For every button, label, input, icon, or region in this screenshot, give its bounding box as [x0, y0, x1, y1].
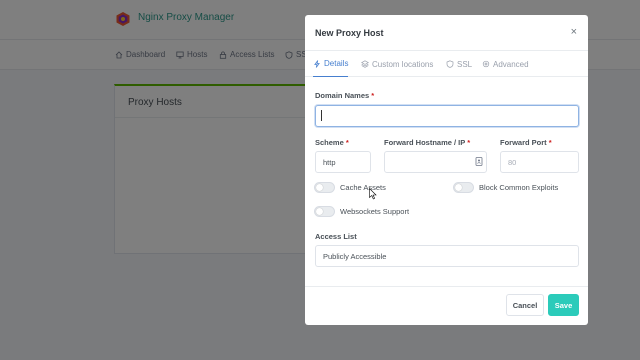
access-list-value: Publicly Accessible	[323, 251, 387, 261]
websockets-toggle[interactable]: Websockets Support	[314, 206, 409, 217]
text-cursor	[321, 110, 322, 121]
modal-header: New Proxy Host ×	[305, 15, 588, 51]
bolt-icon	[314, 59, 320, 68]
cancel-button[interactable]: Cancel	[506, 294, 544, 316]
mouse-pointer-icon	[369, 188, 377, 200]
address-book-icon[interactable]	[475, 157, 483, 166]
tab-label: Custom locations	[372, 59, 434, 69]
required-mark: *	[548, 138, 552, 147]
toggle-switch[interactable]	[314, 182, 335, 193]
label-text: Forward Hostname / IP	[384, 138, 466, 147]
save-button[interactable]: Save	[548, 294, 579, 316]
label-text: Scheme	[315, 138, 344, 147]
domain-names-label: Domain Names *	[315, 91, 374, 100]
toggle-label: Block Common Exploits	[479, 183, 559, 192]
access-list-label: Access List	[315, 232, 357, 241]
tab-label: SSL	[457, 59, 473, 69]
modal-title: New Proxy Host	[315, 28, 384, 38]
toggle-switch[interactable]	[453, 182, 474, 193]
domain-names-input[interactable]	[315, 105, 579, 127]
layers-icon	[361, 60, 369, 68]
block-exploits-toggle[interactable]: Block Common Exploits	[453, 182, 558, 193]
tab-label: Details	[324, 59, 349, 68]
tab-custom-locations[interactable]: Custom locations	[361, 51, 433, 77]
shield-icon	[446, 60, 454, 68]
toggle-label: Websockets Support	[340, 207, 410, 216]
tab-advanced[interactable]: Advanced	[482, 51, 529, 77]
scheme-input[interactable]	[315, 151, 371, 173]
toggle-label: Cache Assets	[340, 183, 386, 192]
required-mark: *	[467, 138, 471, 147]
toggle-switch[interactable]	[314, 206, 335, 217]
forward-port-input[interactable]	[500, 151, 579, 173]
access-list-select[interactable]: Publicly Accessible	[315, 245, 579, 267]
forward-port-label: Forward Port *	[500, 138, 552, 147]
label-text: Domain Names	[315, 91, 370, 100]
tab-label: Advanced	[493, 59, 529, 69]
forward-host-label: Forward Hostname / IP *	[384, 138, 470, 147]
close-icon[interactable]: ×	[571, 26, 577, 38]
label-text: Forward Port	[500, 138, 547, 147]
modal-tabs: Details Custom locations SSL Advanced	[305, 51, 588, 77]
tab-details[interactable]: Details	[313, 51, 349, 77]
required-mark: *	[345, 138, 349, 147]
scheme-label: Scheme *	[315, 138, 349, 147]
tab-ssl[interactable]: SSL	[446, 51, 472, 77]
modal-footer-divider	[305, 286, 588, 287]
gear-icon	[482, 60, 490, 68]
required-mark: *	[371, 91, 375, 100]
forward-host-input[interactable]	[384, 151, 487, 173]
